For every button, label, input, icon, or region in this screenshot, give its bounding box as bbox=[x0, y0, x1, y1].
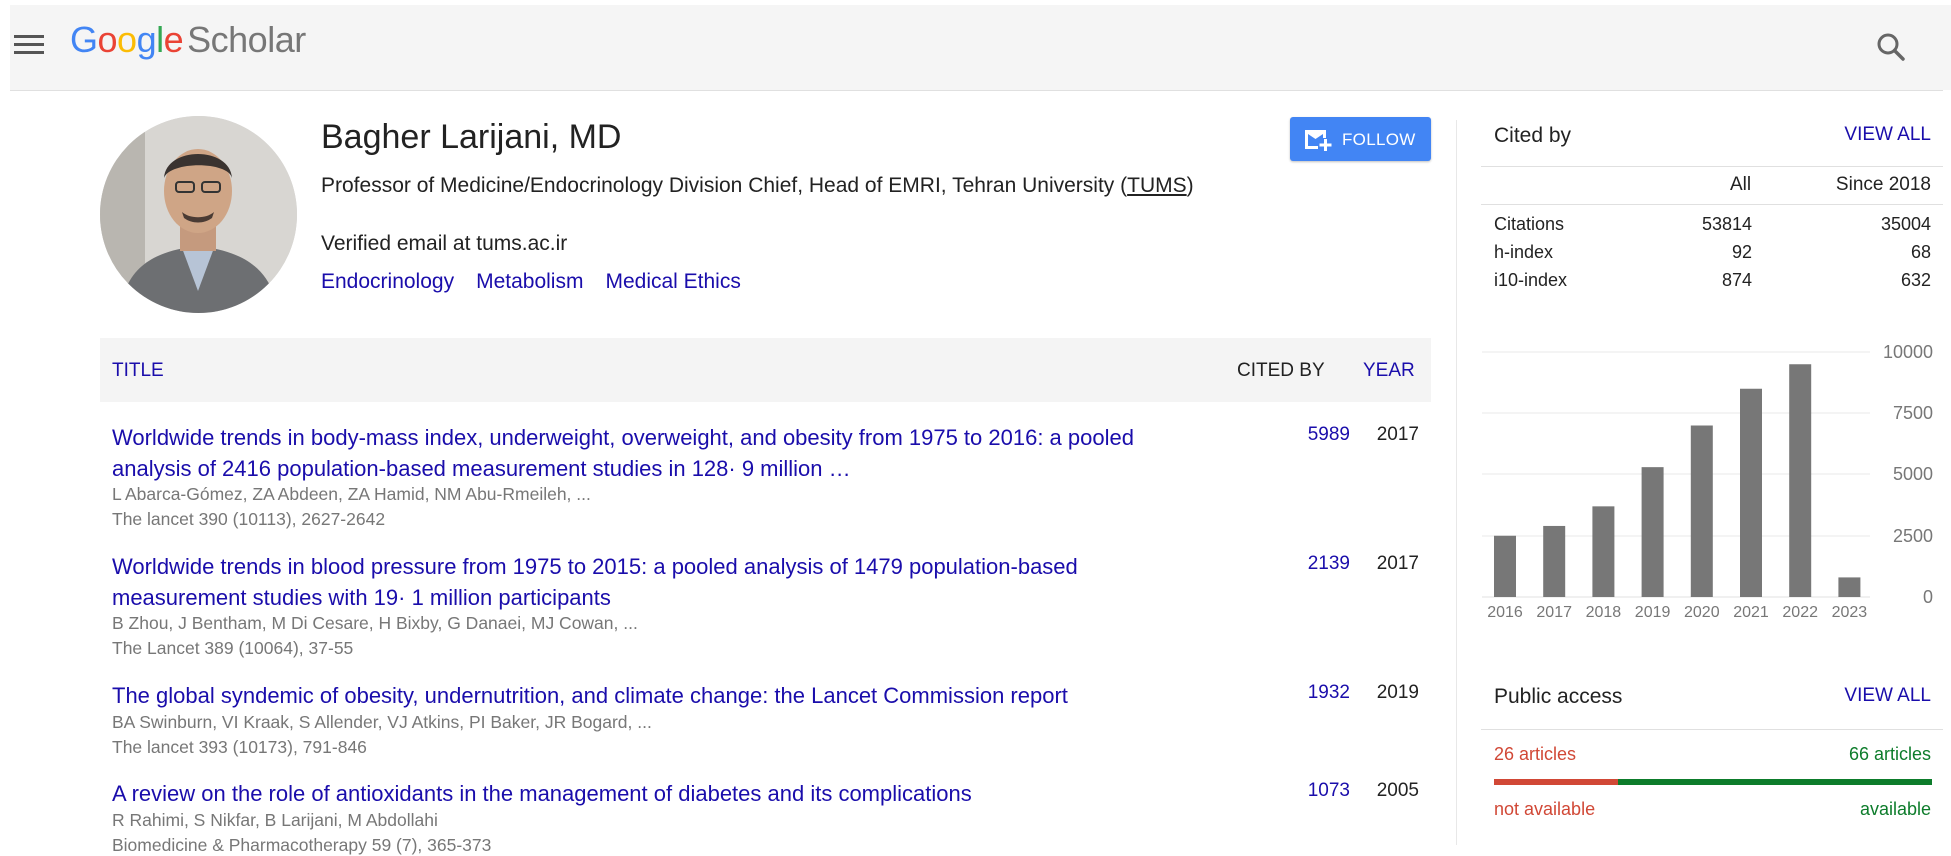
article-title-link[interactable]: Worldwide trends in blood pressure from … bbox=[112, 551, 1207, 613]
stat-label: Citations bbox=[1494, 214, 1565, 234]
logo-letter: l bbox=[156, 19, 164, 60]
x-tick-label: 2016 bbox=[1487, 604, 1523, 621]
sort-by-year[interactable]: YEAR bbox=[1363, 360, 1415, 382]
interest-link-metabolism[interactable]: Metabolism bbox=[476, 270, 583, 293]
not-available-label: not available bbox=[1494, 799, 1596, 819]
x-tick-label: 2020 bbox=[1684, 604, 1720, 621]
logo-letter: g bbox=[136, 19, 157, 60]
verified-email: Verified email at tums.ac.ir bbox=[321, 232, 568, 255]
public-access-title: Public access bbox=[1494, 685, 1623, 708]
article-venue: The Lancet 389 (10064), 37-55 bbox=[112, 638, 354, 658]
article-authors: B Zhou, J Bentham, M Di Cesare, H Bixby,… bbox=[112, 613, 638, 633]
article-venue: The lancet 393 (10173), 791-846 bbox=[112, 737, 367, 757]
interest-link-endocrinology[interactable]: Endocrinology bbox=[321, 270, 454, 293]
stat-label: h-index bbox=[1494, 242, 1554, 262]
stat-all-value: 92 bbox=[1731, 242, 1752, 262]
hamburger-menu-icon[interactable] bbox=[12, 31, 50, 61]
y-tick-label: 10000 bbox=[1883, 342, 1933, 362]
x-tick-label: 2019 bbox=[1635, 604, 1671, 621]
cited-by-count-link[interactable]: 5989 bbox=[1280, 424, 1350, 446]
logo-letter: o bbox=[117, 19, 137, 60]
logo-letter: G bbox=[70, 19, 98, 60]
affiliation-link-tums[interactable]: TUMS bbox=[1127, 174, 1187, 197]
article-authors: BA Swinburn, VI Kraak, S Allender, VJ At… bbox=[112, 712, 652, 732]
bar-2021[interactable] bbox=[1740, 388, 1762, 597]
y-tick-label: 7500 bbox=[1893, 403, 1933, 423]
x-tick-label: 2022 bbox=[1782, 604, 1818, 621]
article-venue: Biomedicine & Pharmacotherapy 59 (7), 36… bbox=[112, 835, 492, 855]
follow-button[interactable]: FOLLOW bbox=[1290, 117, 1431, 161]
bar-2020[interactable] bbox=[1690, 425, 1713, 598]
bar-2023[interactable] bbox=[1838, 577, 1861, 597]
search-icon[interactable] bbox=[1871, 27, 1911, 67]
article-venue: The lancet 390 (10113), 2627-2642 bbox=[112, 509, 386, 529]
divider bbox=[1481, 204, 1944, 205]
article-year: 2017 bbox=[1376, 553, 1419, 574]
not-available-count: 26 articles bbox=[1494, 744, 1577, 764]
logo-letter: e bbox=[163, 19, 184, 60]
articles-table-header: TITLE CITED BY YEAR bbox=[100, 338, 1431, 402]
stat-since-value: 35004 bbox=[1880, 214, 1931, 234]
article-year: 2005 bbox=[1376, 780, 1419, 801]
sort-by-cited[interactable]: CITED BY bbox=[1237, 360, 1325, 382]
bar-2018[interactable] bbox=[1592, 506, 1615, 597]
interest-link-medical-ethics[interactable]: Medical Ethics bbox=[605, 270, 740, 293]
cited-by-title: Cited by bbox=[1494, 124, 1572, 147]
y-tick-label: 5000 bbox=[1893, 464, 1933, 484]
public-access-view-all-link[interactable]: VIEW ALL bbox=[1844, 685, 1931, 707]
article-title-link[interactable]: A review on the role of antioxidants in … bbox=[112, 778, 1207, 809]
google-scholar-logo[interactable]: Google Scholar bbox=[70, 19, 306, 61]
cited-by-count-link[interactable]: 1932 bbox=[1280, 682, 1350, 704]
divider bbox=[1481, 729, 1944, 730]
affiliation-text-end: ) bbox=[1186, 174, 1194, 197]
stat-all-value: 874 bbox=[1721, 270, 1752, 290]
profile-name: Bagher Larijani, MD bbox=[321, 118, 622, 156]
bar-2022[interactable] bbox=[1789, 364, 1812, 597]
stats-col-since: Since 2018 bbox=[1835, 174, 1931, 195]
available-label: available bbox=[1859, 799, 1931, 819]
bar-2017[interactable] bbox=[1543, 525, 1566, 597]
follow-label: FOLLOW bbox=[1342, 130, 1416, 149]
article-year: 2019 bbox=[1376, 682, 1419, 703]
available-count: 66 articles bbox=[1848, 744, 1931, 764]
cited-by-count-link[interactable]: 1073 bbox=[1280, 780, 1350, 802]
stat-label: i10-index bbox=[1494, 270, 1568, 290]
stat-since-value: 632 bbox=[1900, 270, 1931, 290]
public-access-bar-not-available bbox=[1494, 779, 1618, 785]
x-tick-label: 2021 bbox=[1733, 604, 1769, 621]
article-title-link[interactable]: Worldwide trends in body-mass index, und… bbox=[112, 422, 1207, 484]
y-tick-label: 0 bbox=[1923, 587, 1933, 607]
x-tick-label: 2017 bbox=[1536, 604, 1572, 621]
top-app-bar: Google Scholar bbox=[10, 5, 1951, 91]
x-tick-label: 2018 bbox=[1586, 604, 1622, 621]
citations-bar-chart: 10000 7500 5000 2500 0 2016 2017 2018 2019 2… bbox=[1482, 342, 1933, 621]
logo-letter: o bbox=[97, 19, 118, 60]
x-tick-label: 2023 bbox=[1832, 604, 1868, 621]
logo-product-name: Scholar bbox=[187, 19, 306, 60]
sidebar-divider bbox=[1456, 120, 1457, 845]
bar-2019[interactable] bbox=[1641, 467, 1664, 597]
public-access-bar bbox=[1494, 779, 1932, 785]
article-authors: L Abarca-Gómez, ZA Abdeen, ZA Hamid, NM … bbox=[112, 484, 591, 504]
affiliation-text: Professor of Medicine/Endocrinology Divi… bbox=[321, 174, 1128, 197]
stats-col-all: All bbox=[1730, 174, 1752, 195]
profile-affiliation: Professor of Medicine/Endocrinology Divi… bbox=[321, 172, 1221, 200]
article-title-link[interactable]: The global syndemic of obesity, undernut… bbox=[112, 680, 1207, 711]
bar-2016[interactable] bbox=[1494, 535, 1516, 597]
stat-since-value: 68 bbox=[1910, 242, 1931, 262]
cited-by-view-all-link[interactable]: VIEW ALL bbox=[1844, 124, 1931, 146]
profile-photo bbox=[100, 116, 297, 313]
stat-all-value: 53814 bbox=[1701, 214, 1752, 234]
article-year: 2017 bbox=[1376, 424, 1419, 445]
research-interests: Endocrinology Metabolism Medical Ethics bbox=[321, 270, 763, 294]
viewport-edge bbox=[1943, 90, 1951, 845]
y-tick-label: 2500 bbox=[1893, 526, 1933, 546]
sort-by-title[interactable]: TITLE bbox=[112, 360, 164, 382]
cited-by-count-link[interactable]: 2139 bbox=[1280, 553, 1350, 575]
article-authors: R Rahimi, S Nikfar, B Larijani, M Abdoll… bbox=[112, 810, 438, 830]
follow-mail-icon bbox=[1305, 130, 1332, 151]
divider bbox=[1481, 166, 1944, 167]
